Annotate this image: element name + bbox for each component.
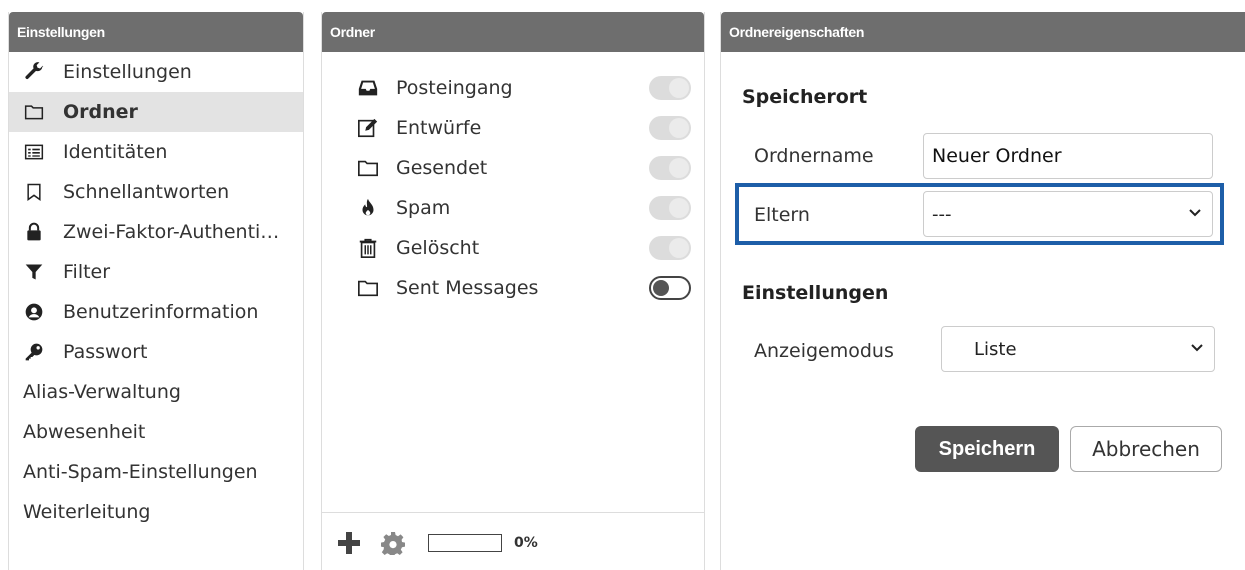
section-einstellungen: Einstellungen bbox=[742, 282, 889, 304]
lock-icon bbox=[23, 221, 45, 243]
folder-name-label: Ordnername bbox=[754, 145, 874, 167]
settings-item-label: Abwesenheit bbox=[23, 421, 146, 443]
subscribe-toggle bbox=[649, 156, 691, 180]
subscribe-toggle bbox=[649, 236, 691, 260]
settings-item-label: Zwei-Faktor-Authenti… bbox=[63, 221, 280, 243]
settings-item-passwort[interactable]: Passwort bbox=[9, 332, 303, 372]
folder-icon bbox=[356, 276, 380, 300]
folder-item-geloescht[interactable]: Gelöscht bbox=[322, 228, 704, 268]
settings-item-einstellungen[interactable]: Einstellungen bbox=[9, 52, 303, 92]
subscribe-toggle bbox=[649, 196, 691, 220]
folder-item-label: Gelöscht bbox=[396, 237, 480, 259]
settings-item-label: Anti-Spam-Einstellungen bbox=[23, 461, 258, 483]
bookmark-icon bbox=[23, 181, 45, 203]
folder-item-spam[interactable]: Spam bbox=[322, 188, 704, 228]
subscribe-toggle bbox=[649, 76, 691, 100]
settings-item-label: Benutzerinformation bbox=[63, 301, 259, 323]
settings-panel-header: Einstellungen bbox=[9, 12, 303, 52]
id-card-icon bbox=[23, 141, 45, 163]
user-circle-icon bbox=[23, 301, 45, 323]
view-mode-select[interactable]: Liste bbox=[941, 326, 1215, 372]
folder-item-label: Gesendet bbox=[396, 157, 488, 179]
folder-icon bbox=[356, 156, 380, 180]
folder-list: Posteingang Entwürfe Gesendet Spam Gelös… bbox=[322, 52, 704, 308]
settings-item-anti-spam[interactable]: Anti-Spam-Einstellungen bbox=[9, 452, 303, 492]
chevron-down-icon bbox=[1189, 209, 1201, 217]
folder-item-gesendet[interactable]: Gesendet bbox=[322, 148, 704, 188]
settings-item-label: Einstellungen bbox=[63, 61, 192, 83]
folders-footer: 0% bbox=[322, 512, 704, 570]
key-icon bbox=[23, 341, 45, 363]
quota-bar bbox=[428, 533, 502, 552]
folder-item-label: Entwürfe bbox=[396, 117, 482, 139]
settings-item-label: Ordner bbox=[63, 101, 138, 123]
settings-item-label: Identitäten bbox=[63, 141, 168, 163]
trash-icon bbox=[356, 236, 380, 260]
settings-item-label: Passwort bbox=[63, 341, 148, 363]
parent-select-value: --- bbox=[932, 203, 952, 225]
settings-item-filter[interactable]: Filter bbox=[9, 252, 303, 292]
folder-item-sent-messages[interactable]: Sent Messages bbox=[322, 268, 704, 308]
plus-icon bbox=[338, 531, 360, 554]
view-mode-select-value: Liste bbox=[974, 338, 1017, 360]
folder-properties-header: Ordnereigenschaften bbox=[721, 12, 1245, 52]
save-button[interactable]: Speichern bbox=[915, 426, 1059, 472]
folder-item-label: Spam bbox=[396, 197, 451, 219]
filter-icon bbox=[23, 261, 45, 283]
section-speicherort: Speicherort bbox=[742, 86, 868, 108]
settings-item-weiterleitung[interactable]: Weiterleitung bbox=[9, 492, 303, 532]
folder-item-entwuerfe[interactable]: Entwürfe bbox=[322, 108, 704, 148]
settings-item-label: Schnellantworten bbox=[63, 181, 230, 203]
folder-name-input[interactable]: Neuer Ordner bbox=[923, 133, 1213, 179]
quota-text: 0% bbox=[514, 534, 538, 551]
parent-label: Eltern bbox=[754, 204, 810, 226]
folder-item-posteingang[interactable]: Posteingang bbox=[322, 68, 704, 108]
subscribe-toggle bbox=[649, 116, 691, 140]
add-folder-button[interactable] bbox=[336, 530, 362, 556]
subscribe-toggle[interactable] bbox=[649, 276, 691, 300]
settings-item-schnellantworten[interactable]: Schnellantworten bbox=[9, 172, 303, 212]
parent-select[interactable]: --- bbox=[923, 191, 1213, 237]
settings-item-abwesenheit[interactable]: Abwesenheit bbox=[9, 412, 303, 452]
folder-item-label: Posteingang bbox=[396, 77, 513, 99]
fire-icon bbox=[356, 196, 380, 220]
wrench-icon bbox=[23, 61, 45, 83]
settings-item-ordner[interactable]: Ordner bbox=[9, 92, 303, 132]
settings-item-label: Alias-Verwaltung bbox=[23, 381, 181, 403]
gear-icon bbox=[381, 531, 405, 555]
settings-panel: Einstellungen Einstellungen Ordner Ident… bbox=[8, 12, 304, 570]
settings-item-benutzerinformation[interactable]: Benutzerinformation bbox=[9, 292, 303, 332]
edit-icon bbox=[356, 116, 380, 140]
cancel-button[interactable]: Abbrechen bbox=[1070, 426, 1222, 472]
folder-icon bbox=[23, 101, 45, 123]
settings-item-zwei-faktor[interactable]: Zwei-Faktor-Authenti… bbox=[9, 212, 303, 252]
folders-panel-header: Ordner bbox=[322, 12, 704, 52]
folder-item-label: Sent Messages bbox=[396, 277, 539, 299]
settings-item-label: Weiterleitung bbox=[23, 501, 151, 523]
settings-item-label: Filter bbox=[63, 261, 111, 283]
settings-list: Einstellungen Ordner Identitäten Schnell… bbox=[9, 52, 303, 532]
folders-panel: Ordner Posteingang Entwürfe Gesendet Spa… bbox=[321, 12, 705, 570]
view-mode-label: Anzeigemodus bbox=[754, 340, 894, 362]
settings-item-identitaeten[interactable]: Identitäten bbox=[9, 132, 303, 172]
settings-item-alias-verwaltung[interactable]: Alias-Verwaltung bbox=[9, 372, 303, 412]
folder-options-button[interactable] bbox=[380, 530, 406, 556]
inbox-icon bbox=[356, 76, 380, 100]
chevron-down-icon bbox=[1191, 344, 1203, 352]
